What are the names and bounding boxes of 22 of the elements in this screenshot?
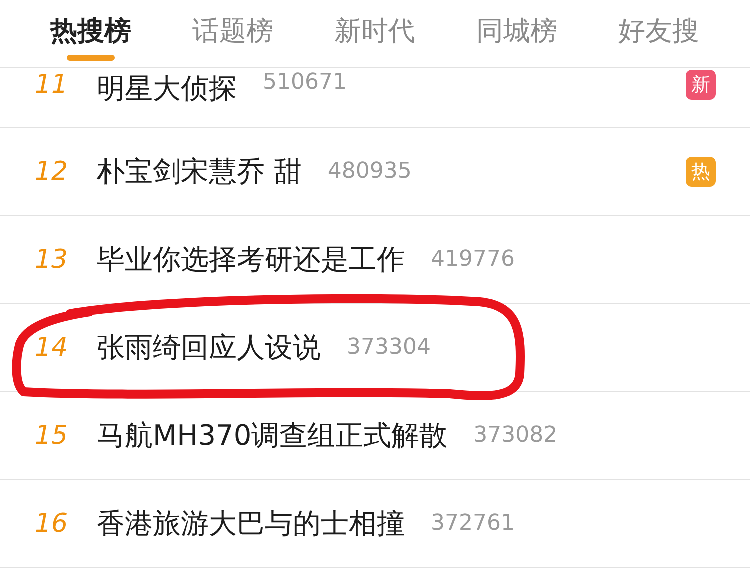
- rank-number: 12: [35, 156, 70, 186]
- rank-number: 15: [35, 420, 70, 450]
- search-count: 373304: [347, 335, 431, 360]
- rank-number: 16: [35, 508, 70, 538]
- search-count: 419776: [431, 247, 515, 272]
- search-count: 480935: [328, 159, 412, 184]
- tab[interactable]: 热搜榜: [44, 4, 138, 62]
- search-count: 372761: [431, 511, 515, 536]
- topic-title[interactable]: 毕业你选择考研还是工作: [97, 240, 405, 278]
- topic-title[interactable]: 朴宝剑宋慧乔 甜: [97, 152, 302, 190]
- rank-number: 13: [35, 244, 70, 274]
- search-count: 510671: [263, 70, 347, 95]
- search-count: 373082: [474, 423, 558, 448]
- topic-title[interactable]: 明星大侦探: [97, 70, 237, 108]
- topic-title[interactable]: 香港旅游大巴与的士相撞: [97, 504, 405, 542]
- hot-badge: 热: [686, 156, 716, 186]
- topic-title[interactable]: 马航MH370调查组正式解散: [97, 416, 448, 454]
- topic-title[interactable]: 张雨绮回应人设说: [97, 328, 321, 366]
- tab-indicator: [67, 54, 115, 60]
- new-badge: 新: [686, 70, 716, 100]
- rank-number: 14: [35, 332, 70, 362]
- rank-number: 11: [35, 70, 70, 100]
